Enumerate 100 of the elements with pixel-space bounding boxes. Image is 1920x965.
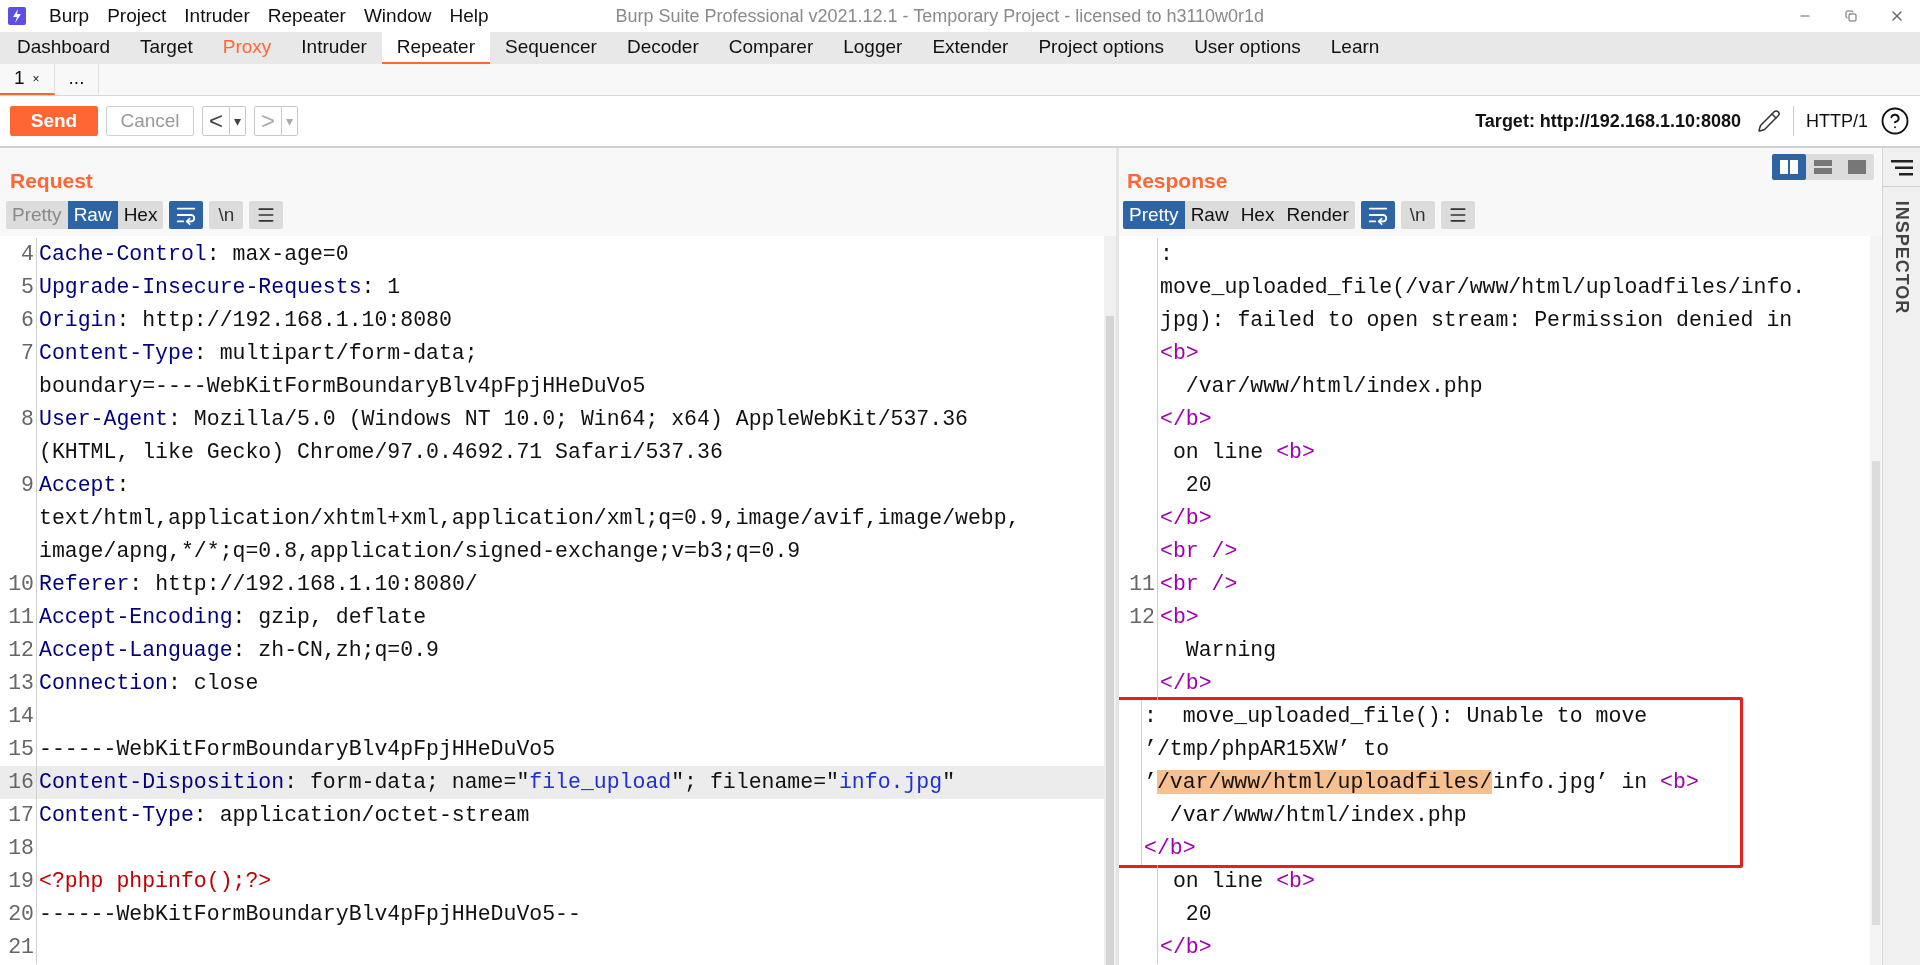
wrap-toggle[interactable]	[169, 201, 204, 229]
main-tab[interactable]: Repeater	[381, 32, 490, 64]
code-line: </b>	[1143, 835, 1196, 863]
line-number: 18	[7, 835, 35, 863]
menu-button[interactable]	[249, 201, 284, 229]
view-tab[interactable]: Hex	[117, 201, 164, 229]
code-line: Upgrade-Insecure-Requests: 1	[38, 274, 401, 302]
line-number: 5	[20, 274, 35, 302]
code-line: <br />	[1159, 538, 1238, 566]
code-line: 20	[1184, 901, 1212, 929]
line-number: 21	[7, 934, 35, 962]
line-number: 11	[7, 604, 35, 632]
code-line: Content-Type: application/octet-stream	[38, 802, 530, 830]
menu-button[interactable]	[1440, 201, 1475, 229]
line-number: 13	[7, 670, 35, 698]
layout-icon	[1848, 160, 1866, 174]
code-line: /var/www/html/index.php	[1184, 373, 1483, 401]
view-tab[interactable]: Raw	[1184, 201, 1235, 229]
main-tab[interactable]: User options	[1179, 32, 1316, 64]
main-tab[interactable]: Target	[124, 32, 208, 64]
code-line: Origin: http://192.168.1.10:8080	[38, 307, 452, 335]
code-line: </b>	[1159, 670, 1212, 698]
main-tab[interactable]: Decoder	[611, 32, 714, 64]
layout-icon	[1780, 160, 1798, 174]
code-line: Referer: http://192.168.1.10:8080/	[38, 571, 478, 599]
history-dropdown[interactable]: ▾	[230, 106, 246, 136]
menu-item[interactable]: Help	[440, 1, 498, 31]
code-line: <b>	[1159, 340, 1199, 368]
line-number: 9	[20, 472, 35, 500]
main-tab[interactable]: Project options	[1023, 32, 1180, 64]
request-tab[interactable]: ...	[54, 64, 100, 95]
code-line: User-Agent: Mozilla/5.0 (Windows NT 10.0; Win64; x64) AppleWebKit/537.36	[38, 406, 968, 434]
code-line: :	[1159, 241, 1173, 269]
code-line: Connection: close	[38, 670, 259, 698]
newline-toggle[interactable]: \n	[1400, 201, 1435, 229]
line-number: 11	[1128, 571, 1156, 599]
protocol-label[interactable]: HTTP/1	[1806, 107, 1868, 135]
panel-title: Request	[10, 167, 93, 194]
code-line: Content-Type: multipart/form-data;	[38, 340, 478, 368]
main-tab[interactable]: Sequencer	[490, 32, 612, 64]
code-line: 20	[1184, 472, 1212, 500]
main-tab[interactable]: Learn	[1315, 32, 1395, 64]
code-line: image/apng,*/*;q=0.8,application/signed-exchange;v=b3;q=0.9	[38, 538, 801, 566]
code-line: Warning	[1184, 637, 1277, 665]
code-line: /var/www/html/index.php	[1168, 802, 1467, 830]
restore-icon	[1845, 10, 1857, 22]
line-number: 10	[7, 571, 35, 599]
scrollbar-thumb[interactable]	[1872, 461, 1880, 925]
history-button[interactable]: <	[202, 106, 230, 136]
code-line: boundary=----WebKitFormBoundaryBlv4pFpjHHeDuVo5	[38, 373, 646, 401]
code-line: text/html,application/xhtml+xml,application/xml;q=0.9,image/avif,image/webp,	[38, 505, 1020, 533]
menu-item[interactable]: Intruder	[175, 1, 259, 31]
help-icon[interactable]	[1880, 106, 1910, 136]
main-tab[interactable]: Intruder	[286, 32, 382, 64]
scrollbar-thumb[interactable]	[1106, 316, 1114, 965]
inspector-menu-icon[interactable]	[1890, 160, 1913, 176]
view-tab[interactable]: Raw	[67, 201, 118, 229]
view-tab[interactable]: Hex	[1234, 201, 1281, 229]
code-line: : move_uploaded_file(): Unable to move	[1143, 703, 1648, 731]
code-line: move_uploaded_file(/var/www/html/uploadfiles/info.	[1159, 274, 1806, 302]
menu-item[interactable]: Burp	[40, 1, 99, 31]
view-tab[interactable]: Render	[1280, 201, 1355, 229]
app-logo-icon	[8, 7, 26, 25]
code-line: Accept-Encoding: gzip, deflate	[38, 604, 427, 632]
code-line: Cache-Control: max-age=0	[38, 241, 349, 269]
code-line: <br />	[1159, 571, 1238, 599]
wrap-toggle[interactable]	[1360, 201, 1395, 229]
newline-toggle[interactable]: \n	[209, 201, 244, 229]
main-tab[interactable]: Dashboard	[2, 32, 125, 64]
menu-item[interactable]: Project	[98, 1, 176, 31]
line-number: 17	[7, 802, 35, 830]
line-number: 7	[20, 340, 35, 368]
line-number: 20	[7, 901, 35, 929]
code-line: jpg): failed to open stream: Permission denied in	[1159, 307, 1793, 335]
line-number: 15	[7, 736, 35, 764]
main-tab[interactable]: Logger	[828, 32, 918, 64]
menu-item[interactable]: Window	[354, 1, 441, 31]
code-line: Accept-Language: zh-CN,zh;q=0.9	[38, 637, 439, 665]
line-number: 14	[7, 703, 35, 731]
main-tab[interactable]: Extender	[917, 32, 1024, 64]
code-line: </b>	[1159, 406, 1212, 434]
code-line: (KHTML, like Gecko) Chrome/97.0.4692.71 Safari/537.36	[38, 439, 723, 467]
line-number: 6	[20, 307, 35, 335]
code-line: Content-Disposition: form-data; name="file_upload"; filename="info.jpg"	[38, 769, 956, 797]
code-line: <?php phpinfo();?>	[38, 868, 272, 896]
window-title: Burp Suite Professional v2021.12.1 - Temporary Project - licensed to h3110w0r1d	[615, 4, 1265, 28]
code-line: on line <b>	[1171, 868, 1315, 896]
layout-toggle[interactable]	[1772, 154, 1806, 180]
line-number: 19	[7, 868, 35, 896]
code-line: Accept:	[38, 472, 130, 500]
request-tab[interactable]: 1 ×	[0, 64, 55, 95]
view-tab[interactable]: Pretty	[1123, 201, 1185, 229]
inspector-tab[interactable]: INSPECTOR	[1888, 200, 1915, 314]
target-label: Target: http://192.168.1.10:8080	[1475, 109, 1741, 133]
code-line: ’/tmp/phpAR15XW’ to	[1143, 736, 1390, 764]
menu-item[interactable]: Repeater	[258, 1, 355, 31]
code-line: ------WebKitFormBoundaryBlv4pFpjHHeDuVo5	[38, 736, 556, 764]
edit-icon[interactable]	[1757, 109, 1781, 133]
code-line: </b>	[1159, 505, 1212, 533]
main-tab[interactable]: Comparer	[713, 32, 829, 64]
